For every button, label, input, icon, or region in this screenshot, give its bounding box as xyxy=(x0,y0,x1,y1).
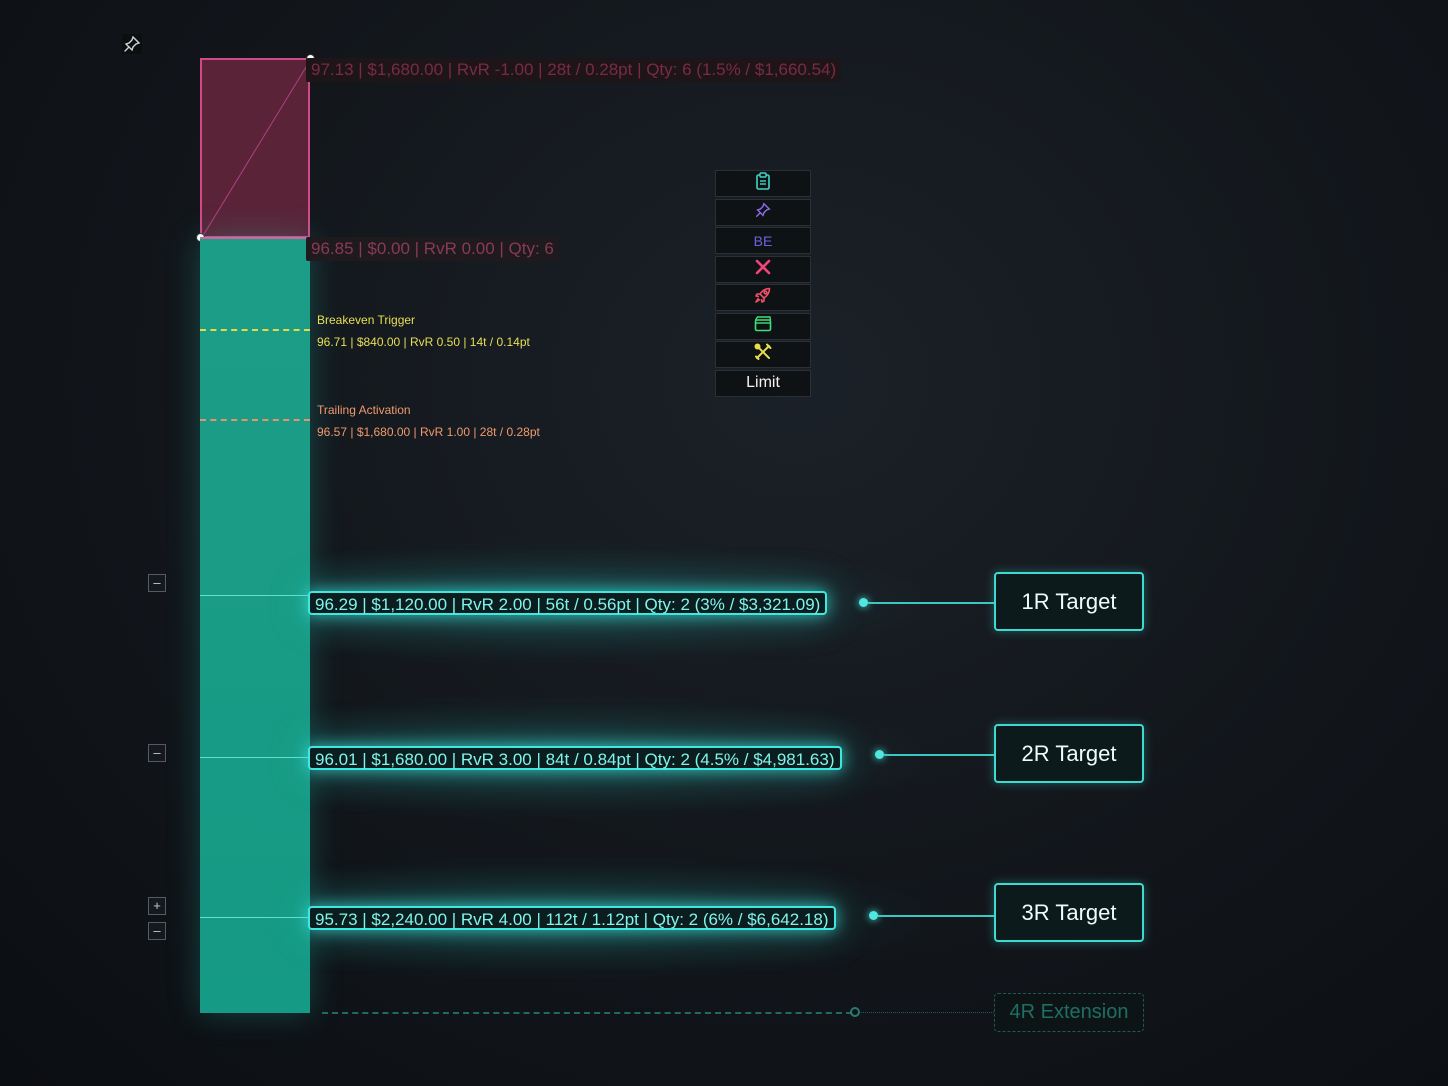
target-line-2[interactable] xyxy=(200,757,310,758)
toolbar-launch-button[interactable] xyxy=(715,284,811,311)
clipboard-icon xyxy=(755,172,771,195)
order-toolbar: BE Limit xyxy=(715,170,811,398)
trailing-title: Trailing Activation xyxy=(317,403,411,417)
remove-target-3-button[interactable]: – xyxy=(148,922,166,940)
target-button-1r[interactable]: 1R Target xyxy=(994,572,1144,631)
breakeven-line[interactable] xyxy=(200,329,310,331)
pin-icon[interactable] xyxy=(122,34,142,54)
toolbar-replay-button[interactable] xyxy=(715,312,811,340)
stop-loss-diagonal xyxy=(200,58,312,240)
breakeven-info: 96.71 | $840.00 | RvR 0.50 | 14t / 0.14p… xyxy=(317,335,530,349)
extension-connector xyxy=(861,1012,994,1013)
target-dot-1[interactable] xyxy=(859,598,868,607)
toolbar-breakeven-button[interactable]: BE xyxy=(715,227,811,254)
extension-dot[interactable] xyxy=(850,1007,860,1017)
target-dot-2[interactable] xyxy=(875,750,884,759)
target-zone[interactable] xyxy=(200,238,310,1013)
target-connector-3 xyxy=(878,915,994,917)
trailing-info: 96.57 | $1,680.00 | RvR 1.00 | 28t / 0.2… xyxy=(317,425,540,439)
target-connector-1 xyxy=(868,602,994,604)
target-button-2r[interactable]: 2R Target xyxy=(994,724,1144,783)
extension-line[interactable] xyxy=(322,1012,852,1014)
be-text: BE xyxy=(753,232,773,249)
target-label-3[interactable]: 95.73 | $2,240.00 | RvR 4.00 | 112t / 1.… xyxy=(308,906,836,930)
pin-icon xyxy=(754,201,772,224)
trailing-line[interactable] xyxy=(200,419,310,421)
breakeven-title: Breakeven Trigger xyxy=(317,313,416,327)
target-line-1[interactable] xyxy=(200,595,310,596)
stop-loss-label: 97.13 | $1,680.00 | RvR -1.00 | 28t / 0.… xyxy=(306,58,842,82)
film-icon xyxy=(754,315,772,337)
toolbar-close-button[interactable] xyxy=(715,255,811,283)
add-target-button[interactable]: + xyxy=(148,897,166,915)
target-button-3r[interactable]: 3R Target xyxy=(994,883,1144,942)
close-icon xyxy=(755,259,771,280)
remove-target-1-button[interactable]: – xyxy=(148,574,166,592)
rocket-icon xyxy=(754,286,772,309)
toolbar-settings-button[interactable] xyxy=(715,341,811,368)
entry-label: 96.85 | $0.00 | RvR 0.00 | Qty: 6 xyxy=(306,237,559,261)
limit-text: Limit xyxy=(746,374,780,391)
target-connector-2 xyxy=(884,754,994,756)
target-line-3[interactable] xyxy=(200,917,310,918)
target-label-2[interactable]: 96.01 | $1,680.00 | RvR 3.00 | 84t / 0.8… xyxy=(308,746,842,770)
target-dot-3[interactable] xyxy=(869,911,878,920)
target-label-1[interactable]: 96.29 | $1,120.00 | RvR 2.00 | 56t / 0.5… xyxy=(308,591,828,615)
remove-target-2-button[interactable]: – xyxy=(148,744,166,762)
tools-icon xyxy=(754,343,772,366)
toolbar-notes-button[interactable] xyxy=(715,170,811,197)
toolbar-limit-button[interactable]: Limit xyxy=(715,369,811,397)
toolbar-pin-button[interactable] xyxy=(715,198,811,226)
extension-button-4r[interactable]: 4R Extension xyxy=(994,993,1144,1032)
entry-line xyxy=(200,237,310,239)
